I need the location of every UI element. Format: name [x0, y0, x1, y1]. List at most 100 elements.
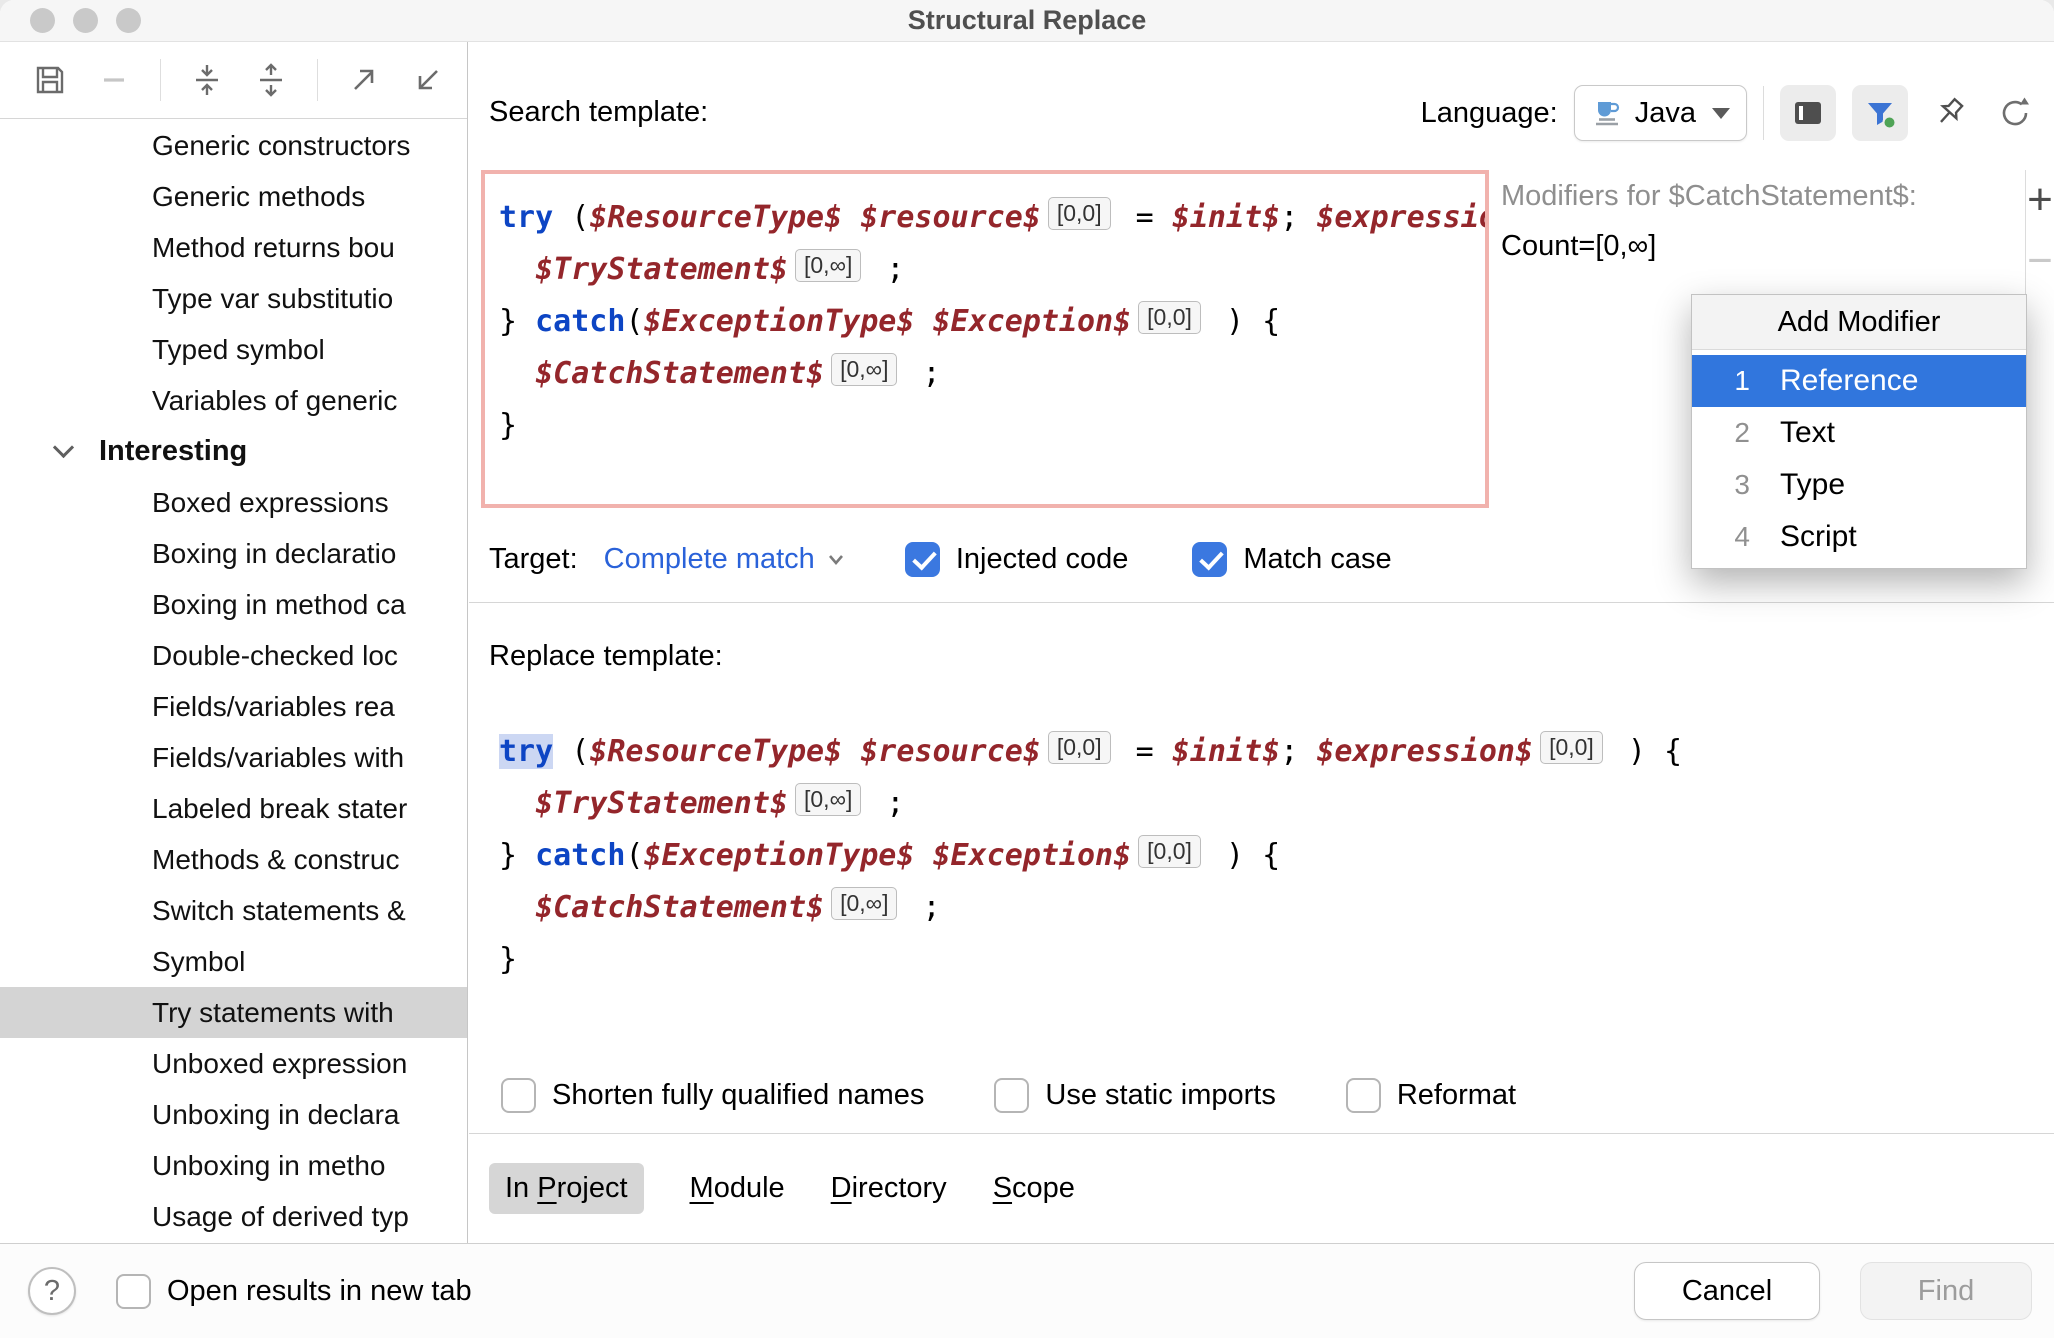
checkbox-box[interactable]	[994, 1077, 1030, 1113]
code-token: ;	[904, 356, 941, 391]
code-line: }	[499, 400, 1471, 452]
search-template-editor[interactable]: try ($ResourceType$ $resource$ [0,0] = $i…	[481, 170, 1489, 508]
code-token: ;	[1280, 200, 1317, 235]
checkbox-match-case[interactable]: Match case	[1192, 541, 1392, 577]
tree-item-labeled-break-stater[interactable]: Labeled break stater	[0, 783, 467, 834]
cancel-button[interactable]: Cancel	[1634, 1262, 1820, 1320]
scope-tab-module[interactable]: Module	[690, 1172, 785, 1205]
tree-item-try-statements-with[interactable]: Try statements with	[0, 987, 467, 1038]
tree-item-variables-of-generic[interactable]: Variables of generic	[0, 375, 467, 426]
tree-item-methods-construc[interactable]: Methods & construc	[0, 834, 467, 885]
tree-item-label: Method returns bou	[152, 231, 395, 263]
code-token: ;	[1280, 734, 1317, 769]
pin-icon	[1940, 97, 1964, 123]
tree-item-unboxed-expression[interactable]: Unboxed expression	[0, 1038, 467, 1089]
checkbox-box[interactable]	[1345, 1077, 1381, 1113]
export-template-button[interactable]	[336, 52, 392, 108]
chevron-down-icon	[52, 436, 75, 459]
checkbox-open-results-in-new-tab[interactable]: Open results in new tab	[116, 1273, 472, 1309]
menu-item-text[interactable]: 2 Text	[1692, 407, 2026, 459]
checkbox-box[interactable]	[1192, 541, 1228, 577]
collapse-all-button[interactable]	[179, 52, 235, 108]
language-select[interactable]: Java	[1573, 85, 1747, 141]
checkbox-use-static-imports[interactable]: Use static imports	[994, 1077, 1276, 1113]
remove-template-button[interactable]	[86, 52, 142, 108]
occurrence-count-badge: [0,∞]	[795, 783, 862, 816]
toggle-modifier-panel-button[interactable]	[1780, 85, 1836, 141]
expand-all-button[interactable]	[243, 52, 299, 108]
reset-button[interactable]	[1990, 88, 2040, 138]
scope-tab-mnemonic: P	[537, 1172, 557, 1204]
tree-item-fields-variables-with[interactable]: Fields/variables with	[0, 732, 467, 783]
menu-item-script[interactable]: 4 Script	[1692, 511, 2026, 563]
tree-item-interesting[interactable]: Interesting	[0, 426, 467, 477]
occurrence-count-badge: [0,∞]	[831, 887, 898, 920]
tree-item-symbol[interactable]: Symbol	[0, 936, 467, 987]
checkbox-box[interactable]	[501, 1077, 536, 1113]
checkbox-reformat[interactable]: Reformat	[1345, 1077, 1516, 1113]
tree-item-type-var-substitutio[interactable]: Type var substitutio	[0, 273, 467, 324]
find-button[interactable]: Find	[1860, 1262, 2032, 1320]
code-line: }	[499, 934, 2023, 986]
scope-tab-mnemonic: M	[689, 1172, 714, 1204]
help-label: ?	[43, 1274, 61, 1307]
tree-item-label: Boxing in declaratio	[152, 537, 397, 569]
tree-item-unboxing-in-declara[interactable]: Unboxing in declara	[0, 1089, 467, 1140]
tree-item-method-returns-bou[interactable]: Method returns bou	[0, 222, 467, 273]
tree-item-generic-constructors[interactable]: Generic constructors	[0, 120, 467, 171]
tree-item-label: Fields/variables rea	[152, 690, 395, 722]
occurrence-count-badge: [0,0]	[1047, 197, 1111, 230]
replace-template-editor[interactable]: try ($ResourceType$ $resource$ [0,0] = $i…	[481, 690, 2041, 1032]
import-template-button[interactable]	[400, 52, 456, 108]
tree-item-fields-variables-rea[interactable]: Fields/variables rea	[0, 681, 467, 732]
chevron-down-icon	[1712, 107, 1730, 119]
replace-checkboxes: Shorten fully qualified names Use static …	[501, 1072, 1516, 1118]
modifier-count-value[interactable]: Count=[0,∞]	[1501, 230, 2021, 263]
scope-tab-directory[interactable]: Directory	[831, 1172, 947, 1205]
scope-tab-in-project[interactable]: In Project	[489, 1163, 644, 1214]
checkbox-injected-code[interactable]: Injected code	[904, 541, 1128, 577]
code-line: try ($ResourceType$ $resource$ [0,0] = $i…	[499, 726, 2023, 778]
menu-item-number: 2	[1734, 417, 1750, 448]
tree-item-typed-symbol[interactable]: Typed symbol	[0, 324, 467, 375]
occurrence-count-badge: [0,∞]	[831, 353, 898, 386]
tree-item-switch-statements[interactable]: Switch statements &	[0, 885, 467, 936]
panel-icon	[1795, 102, 1821, 124]
occurrence-count-badge: [0,0]	[1138, 835, 1201, 868]
scope-tab-text: odule	[713, 1172, 785, 1204]
target-value-dropdown[interactable]: Complete match	[604, 543, 847, 576]
code-token: $CatchStatement$	[535, 890, 825, 925]
tree-item-boxing-in-method-ca[interactable]: Boxing in method ca	[0, 579, 467, 630]
scope-tab-scope[interactable]: Scope	[993, 1172, 1075, 1205]
tree-item-label: Unboxing in metho	[152, 1149, 386, 1181]
code-token: try	[499, 200, 554, 235]
tree-item-double-checked-loc[interactable]: Double-checked loc	[0, 630, 467, 681]
checkbox-box[interactable]	[116, 1273, 151, 1309]
code-token: catch	[535, 304, 626, 339]
pin-dialog-button[interactable]	[1924, 88, 1974, 138]
tree-item-generic-methods[interactable]: Generic methods	[0, 171, 467, 222]
code-line: try ($ResourceType$ $resource$ [0,0] = $i…	[499, 192, 1485, 244]
remove-modifier-button[interactable]: −	[2027, 239, 2053, 283]
menu-item-reference[interactable]: 1 Reference	[1692, 355, 2026, 407]
menu-item-type[interactable]: 3 Type	[1692, 459, 2026, 511]
checkbox-label: Use static imports	[1045, 1078, 1276, 1111]
code-token: $ResourceType$ $resource$	[589, 200, 1041, 235]
language-label: Language:	[1420, 96, 1558, 129]
tree-item-label: Labeled break stater	[152, 792, 408, 824]
checkbox-shorten-fully-qualified-names[interactable]: Shorten fully qualified names	[501, 1077, 924, 1113]
checkbox-box[interactable]	[904, 541, 940, 577]
menu-item-label: Type	[1780, 468, 1846, 501]
help-button[interactable]: ?	[28, 1267, 76, 1315]
tree-item-label: Unboxed expression	[152, 1047, 408, 1079]
tree-item-unboxing-in-metho[interactable]: Unboxing in metho	[0, 1140, 467, 1191]
save-template-button[interactable]	[22, 52, 78, 108]
tree-item-boxed-expressions[interactable]: Boxed expressions	[0, 477, 467, 528]
filter-templates-button[interactable]	[1852, 85, 1908, 141]
tree-item-boxing-in-declaratio[interactable]: Boxing in declaratio	[0, 528, 467, 579]
header-controls: Language: Java	[1421, 84, 2040, 142]
tree-item-usage-of-derived-typ[interactable]: Usage of derived typ	[0, 1191, 467, 1242]
add-modifier-button[interactable]: +	[2027, 178, 2053, 222]
